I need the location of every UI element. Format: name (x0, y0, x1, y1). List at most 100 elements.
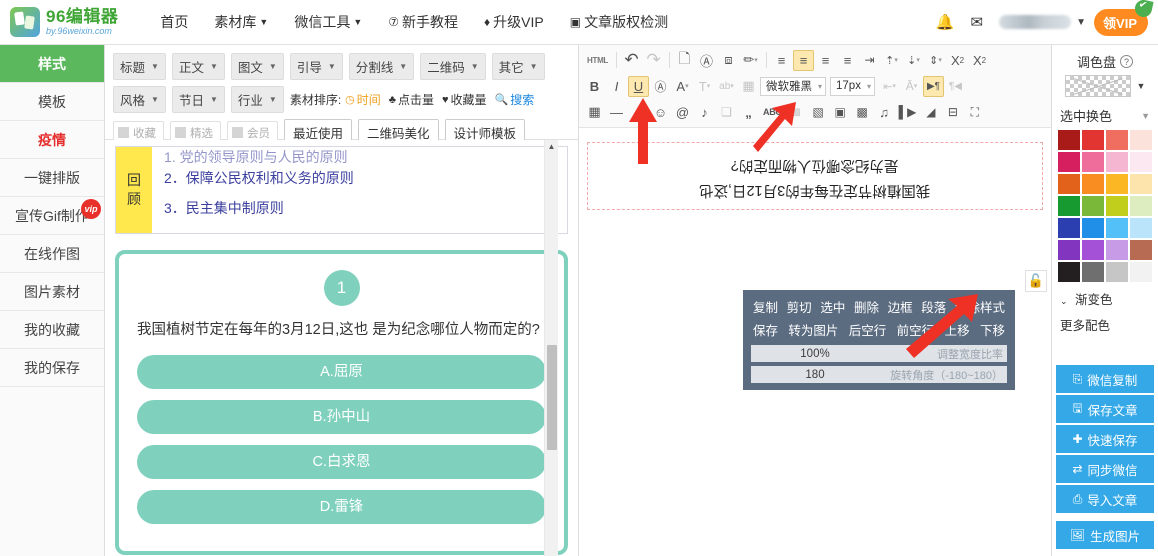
mention-icon[interactable]: @ (672, 102, 693, 123)
gallery-icon[interactable]: ▣ (830, 102, 851, 123)
scroll-up-arrow-icon[interactable]: ▲ (545, 140, 558, 151)
menu-delete[interactable]: 删除 (854, 297, 879, 316)
horizontal-rule-icon[interactable]: — (606, 102, 627, 123)
nav-item-material-library[interactable]: 素材库 ▼ (214, 12, 268, 32)
sort-by-favorites[interactable]: ♥ 收藏量 (442, 91, 487, 108)
superscript-icon[interactable]: X2 (947, 50, 968, 71)
menu-paragraph[interactable]: 段落 (921, 297, 946, 316)
qrcode-icon[interactable]: ▩ (852, 102, 873, 123)
filter-divider[interactable]: 分割线 ▼ (348, 53, 415, 80)
material-card-review[interactable]: 回 顾 1. 党的领导原则与人民的原则 2．保障公民权利和义务的原则 3．民主集… (115, 146, 568, 234)
ltr-direction-icon[interactable]: ▶¶ (922, 75, 944, 97)
filter-other[interactable]: 其它 ▼ (491, 53, 545, 80)
template-icon[interactable]: ⊟ (942, 102, 963, 123)
bell-icon[interactable]: 🔔 (936, 13, 955, 31)
border-text-icon[interactable]: Ⓐ (650, 76, 671, 97)
text-background-icon[interactable]: T ▾ (694, 76, 715, 97)
letter-case-icon[interactable]: ab ▾ (716, 76, 737, 97)
sync-wechat-button[interactable]: ⇄ 同步微信 (1056, 455, 1154, 483)
chevron-down-icon[interactable]: ▼ (1137, 81, 1146, 91)
selected-text-block[interactable]: 我国植树节定在每年的3月12日,这也 是为纪念哪位人物而定的? (587, 142, 1043, 210)
color-swatch[interactable] (1106, 174, 1128, 194)
color-swatch[interactable] (1082, 240, 1104, 260)
spellcheck-abc-icon[interactable]: ABC (760, 102, 785, 123)
bold-button[interactable]: B (584, 76, 605, 97)
help-icon[interactable]: ? (1120, 55, 1133, 68)
align-center-icon[interactable]: ≡ (793, 49, 815, 71)
sidebar-item-online-drawing[interactable]: 在线作图 (0, 235, 104, 273)
lock-icon[interactable]: 🔓 (1025, 270, 1047, 292)
color-swatch[interactable] (1058, 174, 1080, 194)
filter-body[interactable]: 正文 ▼ (171, 53, 225, 80)
undo-icon[interactable]: ↶ (621, 50, 642, 71)
width-ratio-slider[interactable]: 100% 调整宽度比率 (751, 345, 1007, 362)
color-swatch[interactable] (1106, 218, 1128, 238)
color-swatch[interactable] (1130, 174, 1152, 194)
quiz-option-a[interactable]: A.屈原 (137, 354, 546, 389)
sidebar-item-my-favorites[interactable]: 我的收藏 (0, 311, 104, 349)
search-button[interactable]: 🔍 搜索 (495, 91, 535, 108)
scrollbar-thumb[interactable] (547, 345, 557, 450)
format-brush-icon[interactable]: ✏ ▾ (740, 50, 761, 71)
generate-image-button[interactable]: 🖼 生成图片 (1056, 521, 1154, 549)
claim-vip-button[interactable]: 领VIP (1094, 0, 1154, 36)
material-card-quiz[interactable]: 1 我国植树节定在每年的3月12日,这也 是为纪念哪位人物而定的? A.屈原 B… (115, 250, 568, 555)
indent-box-icon[interactable]: ⇤ ▾ (879, 76, 900, 97)
color-swatch[interactable] (1106, 152, 1128, 172)
font-color-icon[interactable]: A ▾ (672, 76, 693, 97)
username-redacted[interactable] (999, 15, 1072, 29)
color-swatch[interactable] (1082, 152, 1104, 172)
video-icon[interactable]: ▌▶ (896, 102, 920, 123)
clear-format-icon[interactable]: ◢ (920, 102, 941, 123)
html-button[interactable]: HTML (584, 50, 611, 71)
site-logo[interactable]: 96编辑器 by.96weixin.com (10, 7, 118, 37)
align-left-icon[interactable]: ≡ (771, 50, 792, 71)
color-swatch[interactable] (1130, 130, 1152, 150)
color-swatch[interactable] (1130, 152, 1152, 172)
sidebar-item-epidemic[interactable]: 疫情 (0, 121, 104, 159)
menu-cut[interactable]: 剪切 (787, 297, 812, 316)
image-icon[interactable]: ▧ (808, 102, 829, 123)
sidebar-item-templates[interactable]: 模板 (0, 83, 104, 121)
color-swatch[interactable] (1058, 262, 1080, 282)
sidebar-item-image-materials[interactable]: 图片素材 (0, 273, 104, 311)
word-import-icon[interactable]: ▩ (786, 102, 807, 123)
sort-by-clicks[interactable]: ♣ 点击量 (389, 91, 434, 108)
sidebar-item-gif-maker[interactable]: 宣传Gif制作 vip (0, 197, 104, 235)
menu-border[interactable]: 边框 (888, 297, 913, 316)
quiz-option-d[interactable]: D.雷锋 (137, 489, 546, 524)
audio-icon[interactable]: ♫ (874, 102, 895, 123)
color-swatch[interactable] (1058, 196, 1080, 216)
quiz-option-c[interactable]: C.白求恩 (137, 444, 546, 479)
nav-item-beginner-tutorial[interactable]: ⑦ 新手教程 (388, 12, 458, 32)
save-article-button[interactable]: 🖫 保存文章 (1056, 395, 1154, 423)
background-image-icon[interactable]: ▦ (738, 76, 759, 97)
editor-canvas[interactable]: 我国植树节定在每年的3月12日,这也 是为纪念哪位人物而定的? 🔓 复制 剪切 … (579, 128, 1051, 556)
rotate-angle-slider[interactable]: 180 旋转角度（-180~180） (751, 366, 1007, 383)
rtl-direction-icon[interactable]: ¶◀ (945, 76, 966, 97)
color-swatch[interactable] (1106, 262, 1128, 282)
indent-icon[interactable]: ⇥ (859, 50, 880, 71)
layers-icon[interactable]: ❏ (716, 102, 737, 123)
chevron-down-icon[interactable]: ▼ (1076, 17, 1086, 28)
wechat-copy-button[interactable]: ⎘ 微信复制 (1056, 365, 1154, 393)
transparent-swatch[interactable] (1064, 75, 1131, 97)
menu-convert-to-image[interactable]: 转为图片 (788, 320, 838, 339)
filter-guide[interactable]: 引导 ▼ (289, 53, 343, 80)
font-size-select[interactable]: 17px ▾ (830, 76, 875, 96)
selected-recolor-dropdown[interactable]: 选中换色 ▼ (1052, 103, 1158, 130)
color-swatch[interactable] (1130, 240, 1152, 260)
color-swatch[interactable] (1130, 218, 1152, 238)
color-swatch[interactable] (1082, 262, 1104, 282)
sidebar-item-styles[interactable]: 样式 (0, 45, 104, 83)
filter-style[interactable]: 风格 ▼ (113, 86, 166, 113)
color-swatch[interactable] (1130, 262, 1152, 282)
menu-blank-line-before[interactable]: 前空行 (897, 320, 935, 339)
nav-item-home[interactable]: 首页 (160, 12, 188, 32)
sidebar-item-one-click-layout[interactable]: 一键排版 (0, 159, 104, 197)
color-swatch[interactable] (1082, 174, 1104, 194)
filter-industry[interactable]: 行业 ▼ (230, 86, 284, 113)
menu-move-down[interactable]: 下移 (980, 320, 1005, 339)
menu-move-up[interactable]: 上移 (945, 320, 970, 339)
nav-item-wechat-tools[interactable]: 微信工具 ▼ (294, 12, 362, 32)
